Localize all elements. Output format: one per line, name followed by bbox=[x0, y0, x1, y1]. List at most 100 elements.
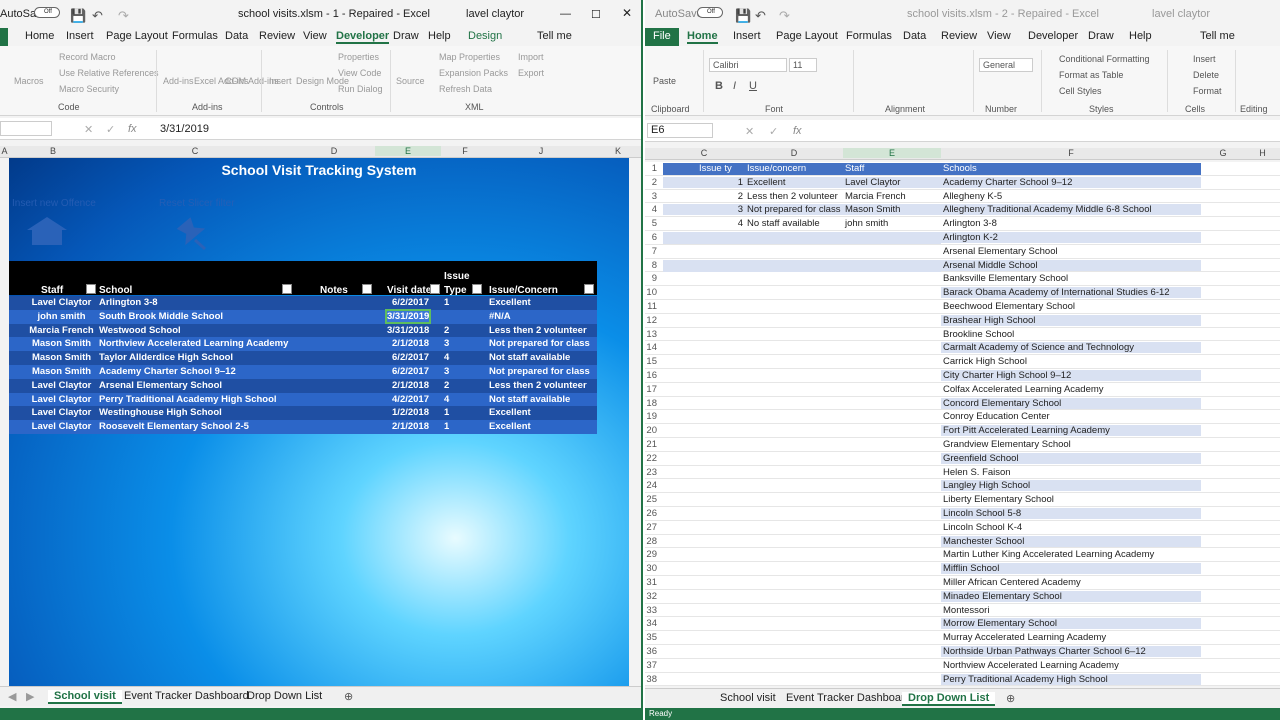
cell-issue[interactable]: Excellent bbox=[489, 407, 531, 418]
row-number[interactable]: 13 bbox=[645, 329, 657, 340]
cell-school[interactable]: Fort Pitt Accelerated Learning Academy bbox=[941, 425, 1201, 437]
cell-school[interactable]: Arsenal Middle School bbox=[941, 259, 1201, 271]
pin-icon[interactable] bbox=[175, 216, 215, 250]
tab-view[interactable]: View bbox=[987, 30, 1011, 42]
undo-icon[interactable]: ↶ bbox=[755, 8, 766, 24]
row-number[interactable]: 18 bbox=[645, 398, 657, 409]
cell-date[interactable]: 2/1/2018 bbox=[387, 421, 429, 432]
row-number[interactable]: 25 bbox=[645, 494, 657, 505]
col-g[interactable]: G bbox=[1201, 148, 1245, 158]
tab-draw[interactable]: Draw bbox=[1088, 30, 1114, 42]
properties-button[interactable]: Properties bbox=[338, 52, 379, 62]
add-sheet-icon[interactable]: ⊕ bbox=[344, 690, 353, 703]
cell-issue[interactable]: Excellent bbox=[489, 297, 531, 308]
cell-school[interactable]: Langley High School bbox=[941, 480, 1201, 492]
cell-school[interactable]: Manchester School bbox=[941, 535, 1201, 547]
tab-insert[interactable]: Insert bbox=[66, 30, 94, 42]
undo-icon[interactable]: ↶ bbox=[92, 8, 103, 24]
cell-school[interactable]: Lincoln School 5-8 bbox=[941, 508, 1201, 519]
table-row[interactable]: Mason Smith Academy Charter School 9–12 6/… bbox=[9, 365, 597, 379]
cell-staff[interactable]: Lavel Claytor bbox=[843, 176, 941, 188]
tab-formulas[interactable]: Formulas bbox=[846, 30, 892, 42]
cell-styles-button[interactable]: Cell Styles bbox=[1059, 86, 1102, 96]
export-button[interactable]: Export bbox=[518, 68, 544, 78]
col-c[interactable]: C bbox=[663, 148, 745, 158]
cell-staff[interactable]: Mason Smith bbox=[24, 366, 99, 377]
name-box[interactable] bbox=[0, 121, 52, 136]
cell-school[interactable]: Grandview Elementary School bbox=[941, 439, 1201, 450]
tab-help[interactable]: Help bbox=[428, 30, 451, 42]
enter-icon[interactable]: ✓ bbox=[106, 123, 115, 136]
autosave-toggle[interactable]: Off bbox=[34, 7, 60, 18]
filter-staff-icon[interactable] bbox=[86, 284, 96, 294]
cell-staff[interactable]: Lavel Claytor bbox=[24, 407, 99, 418]
tab-page-layout[interactable]: Page Layout bbox=[776, 30, 838, 42]
autosave-toggle[interactable]: Off bbox=[697, 7, 723, 18]
cell-school[interactable]: Arlington 3-8 bbox=[99, 297, 158, 308]
row-number[interactable]: 37 bbox=[645, 660, 657, 671]
scroll-left-icon[interactable]: ◀ bbox=[8, 690, 16, 703]
col-d[interactable]: D bbox=[745, 148, 843, 158]
sheet-tab-dashboard[interactable]: Event Tracker Dashboard bbox=[786, 692, 911, 704]
tab-view[interactable]: View bbox=[303, 30, 327, 42]
cell-date[interactable]: 4/2/2017 bbox=[387, 394, 429, 405]
filter-type-icon[interactable] bbox=[472, 284, 482, 294]
row-number[interactable]: 15 bbox=[645, 356, 657, 367]
filter-issue-icon[interactable] bbox=[584, 284, 594, 294]
filter-school-icon[interactable] bbox=[282, 284, 292, 294]
row-number[interactable]: 5 bbox=[645, 218, 657, 229]
cell-type[interactable]: 4 bbox=[444, 352, 449, 363]
tab-formulas[interactable]: Formulas bbox=[172, 30, 218, 42]
row-number[interactable]: 33 bbox=[645, 605, 657, 616]
name-box[interactable]: E6 bbox=[647, 123, 713, 138]
row-number[interactable]: 30 bbox=[645, 563, 657, 574]
cell-school[interactable]: Allegheny Traditional Academy Middle 6-8… bbox=[941, 204, 1201, 216]
tab-review[interactable]: Review bbox=[259, 30, 295, 42]
tab-tell-me[interactable]: Tell me bbox=[537, 30, 572, 42]
cell-staff[interactable]: Lavel Claytor bbox=[24, 380, 99, 391]
cell-issue-concern[interactable]: Not prepared for class bbox=[745, 204, 843, 216]
cell-issue[interactable]: Excellent bbox=[489, 421, 531, 432]
cell-school[interactable]: Arsenal Elementary School bbox=[941, 245, 1201, 257]
col-h[interactable]: H bbox=[1245, 148, 1280, 158]
cell-school[interactable]: Brookline School bbox=[941, 328, 1201, 340]
cell-school[interactable]: Barack Obama Academy of International St… bbox=[941, 287, 1201, 299]
macros-button[interactable]: Macros bbox=[14, 76, 44, 86]
row-number[interactable]: 3 bbox=[645, 191, 657, 202]
cell-school[interactable]: Arlington 3-8 bbox=[941, 218, 1201, 230]
row-number[interactable]: 17 bbox=[645, 384, 657, 395]
cancel-icon[interactable]: ✕ bbox=[84, 123, 93, 136]
cell-issue-type[interactable]: 1 bbox=[663, 176, 745, 188]
format-cells-button[interactable]: Format bbox=[1193, 86, 1222, 96]
cell-issue-type[interactable]: 4 bbox=[663, 218, 745, 230]
cell-staff[interactable]: john smith bbox=[24, 311, 99, 322]
cell-staff[interactable]: Lavel Claytor bbox=[24, 297, 99, 308]
cell-school[interactable]: Miller African Centered Academy bbox=[941, 577, 1201, 588]
col-d[interactable]: D bbox=[293, 146, 375, 156]
row-number[interactable]: 22 bbox=[645, 453, 657, 464]
filter-notes-icon[interactable] bbox=[362, 284, 372, 294]
col-e[interactable]: E bbox=[843, 148, 941, 158]
cell-date[interactable]: 6/2/2017 bbox=[387, 297, 429, 308]
cell-school[interactable]: Perry Traditional Academy High School bbox=[941, 673, 1201, 685]
cell-school[interactable]: Beechwood Elementary School bbox=[941, 301, 1201, 312]
refresh-data-button[interactable]: Refresh Data bbox=[439, 84, 492, 94]
row-number[interactable]: 9 bbox=[645, 273, 657, 284]
tab-page-layout[interactable]: Page Layout bbox=[106, 30, 168, 42]
function-icon[interactable]: fx bbox=[793, 125, 802, 137]
cell-issue[interactable]: Not prepared for class bbox=[489, 338, 590, 349]
insert-cells-button[interactable]: Insert bbox=[1193, 54, 1216, 64]
enter-icon[interactable]: ✓ bbox=[769, 125, 778, 138]
function-icon[interactable]: fx bbox=[128, 123, 137, 135]
cell-staff[interactable]: Lavel Claytor bbox=[24, 421, 99, 432]
row-number[interactable]: 23 bbox=[645, 467, 657, 478]
font-name-select[interactable]: Calibri bbox=[709, 58, 787, 72]
map-properties-button[interactable]: Map Properties bbox=[439, 52, 500, 62]
tab-file[interactable]: File bbox=[645, 28, 679, 46]
reset-slicer-button[interactable]: Reset Slicer filter bbox=[159, 198, 235, 209]
cell-type[interactable]: 3 bbox=[444, 338, 449, 349]
row-number[interactable]: 6 bbox=[645, 232, 657, 243]
cell-school[interactable]: Concord Elementary School bbox=[941, 397, 1201, 409]
table-row[interactable]: Lavel Claytor Arsenal Elementary School 2/… bbox=[9, 378, 597, 393]
user-name[interactable]: lavel claytor bbox=[466, 8, 524, 20]
